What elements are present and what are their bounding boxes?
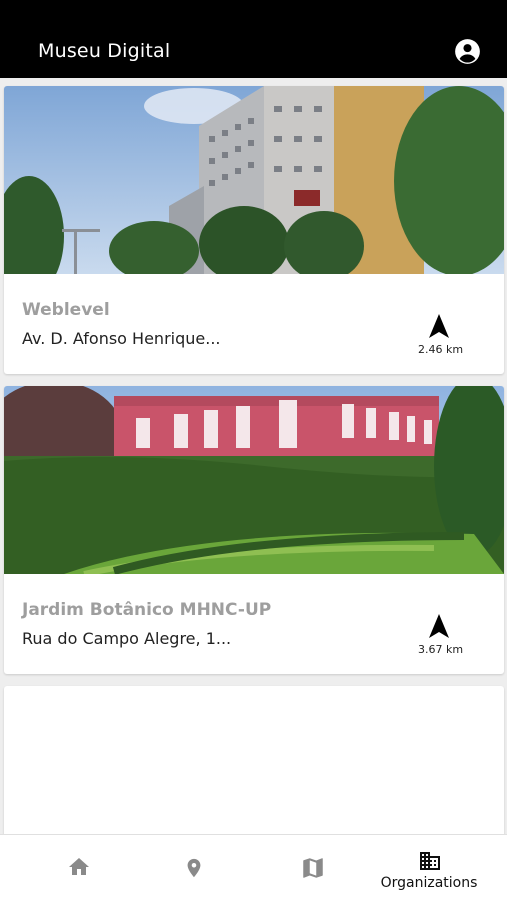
navigation-arrow-icon <box>429 614 449 638</box>
organization-card-weblevel[interactable]: Weblevel Av. D. Afonso Henrique... 2.46 … <box>4 86 504 374</box>
nav-home[interactable] <box>20 835 136 901</box>
card-photo <box>4 86 504 274</box>
bottom-navigation: Organizations <box>0 834 507 901</box>
organizations-icon <box>420 852 440 870</box>
app-title: Museu Digital <box>38 40 171 62</box>
nav-organizations[interactable]: Organizations <box>371 835 487 901</box>
organization-name: Weblevel <box>22 300 110 320</box>
organization-card-jardim-botanico[interactable]: Jardim Botânico MHNC-UP Rua do Campo Ale… <box>4 386 504 674</box>
nav-location[interactable] <box>137 835 253 901</box>
organization-card[interactable] <box>4 686 504 834</box>
map-icon <box>303 858 323 878</box>
distance-label: 2.46 km <box>418 343 464 356</box>
card-photo <box>4 386 504 574</box>
nav-map[interactable] <box>254 835 370 901</box>
home-icon <box>69 858 89 875</box>
account-icon[interactable] <box>454 38 481 65</box>
app-bar: Museu Digital <box>0 0 507 78</box>
location-pin-icon <box>187 858 201 878</box>
organization-address: Rua do Campo Alegre, 1... <box>22 629 232 648</box>
navigate-button[interactable]: 3.67 km <box>418 614 464 660</box>
organization-name: Jardim Botânico MHNC-UP <box>22 600 272 620</box>
distance-label: 3.67 km <box>418 643 464 656</box>
navigate-button[interactable]: 2.46 km <box>418 314 464 360</box>
organizations-list[interactable]: Weblevel Av. D. Afonso Henrique... 2.46 … <box>0 78 507 834</box>
organization-address: Av. D. Afonso Henrique... <box>22 329 221 348</box>
nav-organizations-label: Organizations <box>380 875 478 891</box>
navigation-arrow-icon <box>429 314 449 338</box>
